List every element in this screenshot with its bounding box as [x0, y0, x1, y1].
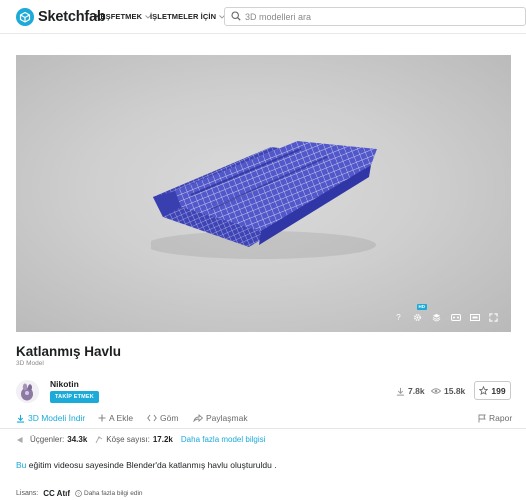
more-model-info-link[interactable]: Daha fazla model bilgisi [181, 435, 266, 444]
eye-icon [431, 388, 441, 394]
model-info-row: Üçgenler: 34.3k Köşe sayısı: 17.2k Daha … [16, 435, 265, 444]
avatar[interactable] [16, 380, 39, 403]
search-input[interactable] [245, 11, 505, 22]
follow-button[interactable]: TAKİP ETMEK [50, 391, 99, 403]
top-bar: Sketchfab KEŞFETMEK İŞLETMELER İÇİN [0, 0, 526, 34]
download-count-value: 7.8k [408, 386, 425, 396]
viewer-controls: ? HD [389, 304, 503, 324]
embed-label: Göm [160, 413, 179, 423]
download-model-button[interactable]: 3D Modeli İndir [16, 413, 85, 423]
description-text: eğitim videosu sayesinde Blender'da katl… [26, 460, 277, 470]
sketchfab-logo-icon [16, 8, 34, 26]
cardboard-icon[interactable] [465, 310, 484, 324]
sketchfab-logo[interactable]: Sketchfab [16, 8, 106, 26]
search-icon [231, 8, 241, 26]
vertex-icon [95, 436, 103, 443]
model-subtitle: 3D Model [16, 360, 44, 367]
vr-icon[interactable] [446, 310, 465, 324]
triangle-icon [17, 436, 23, 443]
share-icon [193, 414, 203, 422]
tutorial-link[interactable]: Bu [16, 460, 26, 470]
share-button[interactable]: Paylaşmak [193, 413, 248, 423]
settings-icon[interactable]: HD [408, 304, 427, 324]
license-row: Lisans: CC Atıf ? Daha fazla bilgi edin [16, 489, 143, 498]
learn-more-link[interactable]: ? Daha fazla bilgi edin [75, 490, 143, 497]
plus-icon [98, 414, 106, 422]
download-icon [396, 387, 405, 396]
report-button[interactable]: Rapor [478, 413, 512, 423]
report-label: Rapor [489, 413, 513, 423]
model-description: Bu eğitim videosu sayesinde Blender'da k… [16, 460, 277, 470]
help-circle-icon: ? [75, 490, 82, 497]
model-viewer[interactable]: ? HD [16, 55, 511, 332]
fullscreen-icon[interactable] [484, 310, 503, 324]
search-box[interactable] [224, 7, 526, 26]
add-label: A Ekle [109, 413, 134, 423]
license-label: Lisans: [16, 490, 39, 497]
nav-explore-label: KEŞFETMEK [95, 12, 143, 21]
flag-icon [478, 414, 486, 422]
download-count: 7.8k [396, 386, 425, 396]
view-count-value: 15.8k [444, 386, 466, 396]
view-count: 15.8k [431, 386, 465, 396]
code-icon [147, 414, 157, 422]
like-button[interactable]: 199 [474, 381, 511, 400]
add-to-collection-button[interactable]: A Ekle [98, 413, 133, 423]
model-title: Katlanmış Havlu [16, 344, 122, 359]
star-icon [479, 386, 489, 395]
download-icon [16, 414, 25, 423]
triangles-label: Üçgenler: [30, 435, 65, 444]
embed-button[interactable]: Göm [147, 413, 178, 423]
like-count: 199 [491, 385, 506, 396]
author-name[interactable]: Nikotin [50, 379, 79, 389]
vertices-label: Köşe sayısı: [106, 435, 150, 444]
layers-icon[interactable] [427, 310, 446, 324]
help-icon[interactable]: ? [389, 310, 408, 324]
action-bar: 3D Modeli İndir A Ekle Göm Paylaşmak Rap… [0, 408, 526, 429]
download-model-label: 3D Modeli İndir [28, 413, 86, 423]
vertices-value: 17.2k [152, 435, 173, 444]
nav-business-label: İŞLETMELER İÇİN [150, 12, 217, 21]
learn-more-label: Daha fazla bilgi edin [84, 490, 143, 497]
folded-towel-model [151, 141, 377, 259]
share-label: Paylaşmak [206, 413, 248, 423]
hd-badge: HD [416, 304, 427, 310]
license-name[interactable]: CC Atıf [43, 489, 70, 498]
svg-text:?: ? [77, 491, 80, 496]
nav-business[interactable]: İŞLETMELER İÇİN [150, 12, 225, 21]
triangles-value: 34.3k [67, 435, 88, 444]
avatar-image [16, 380, 39, 403]
nav-explore[interactable]: KEŞFETMEK [95, 12, 151, 21]
